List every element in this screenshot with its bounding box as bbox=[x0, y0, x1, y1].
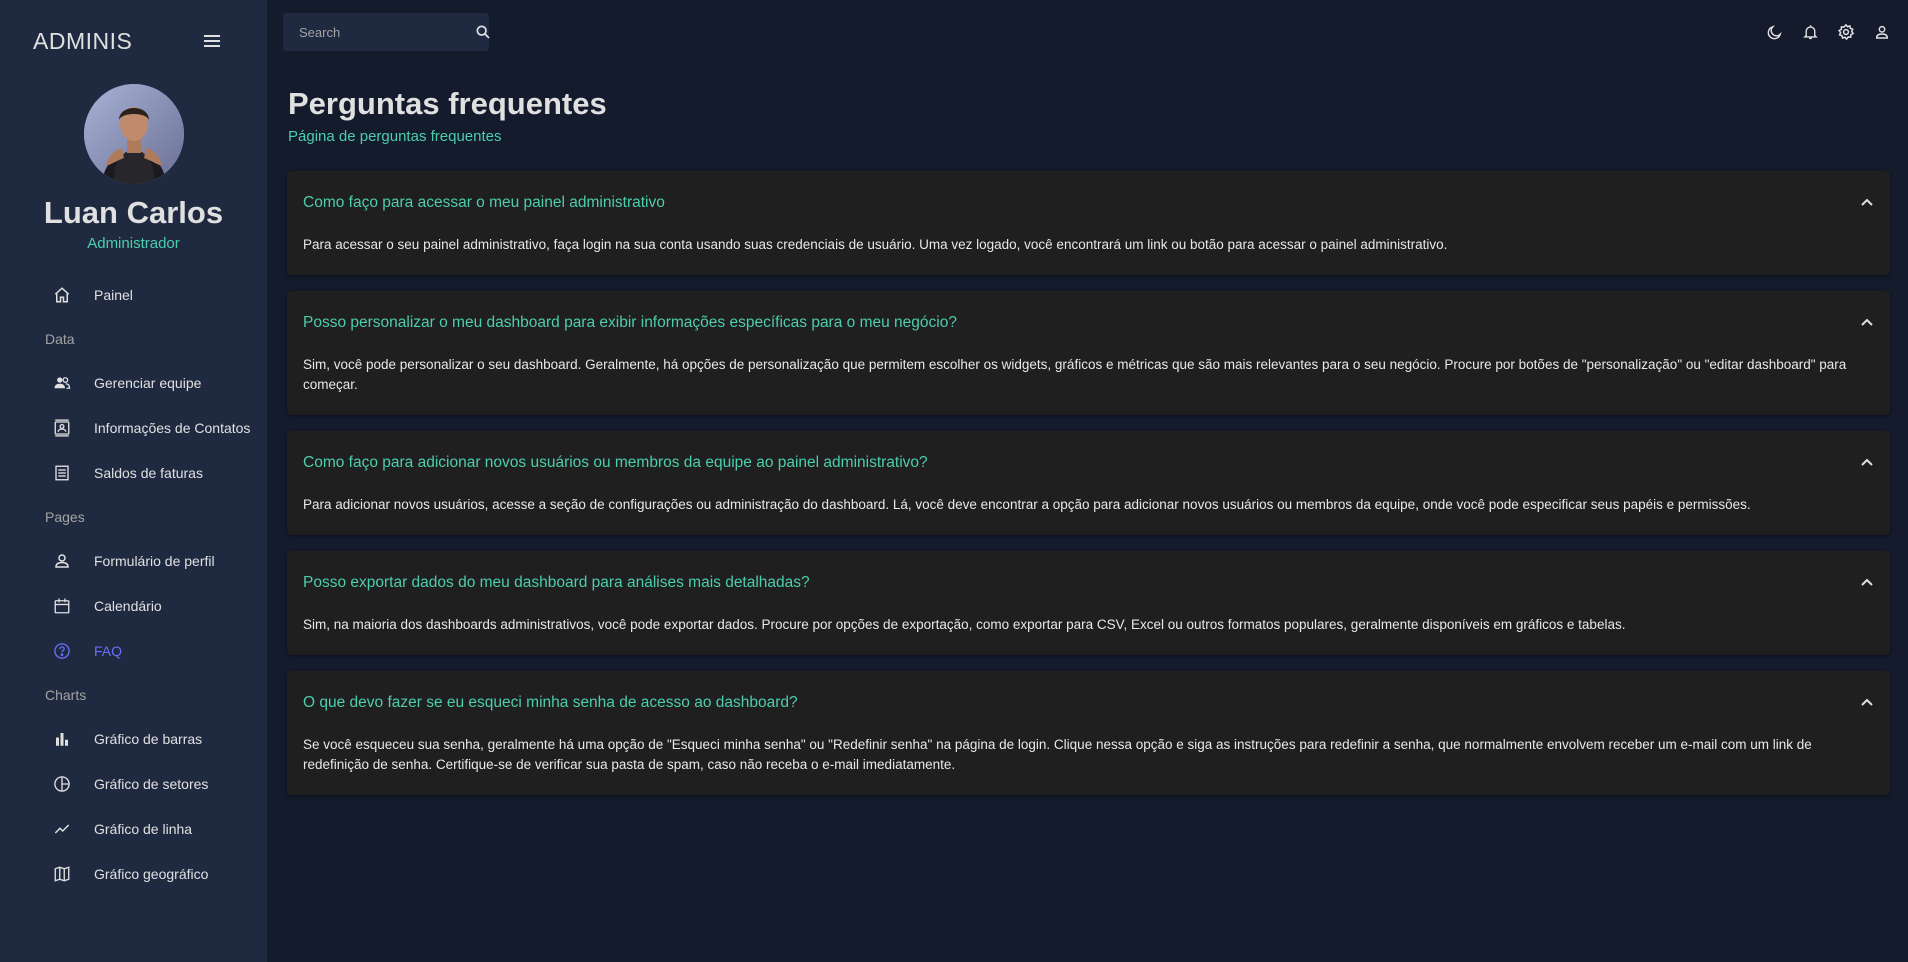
faq-answer: Sim, na maioria dos dashboards administr… bbox=[303, 617, 1626, 632]
topbar bbox=[267, 0, 1908, 64]
chevron-up-icon bbox=[1860, 454, 1874, 472]
faq-question-toggle[interactable]: Posso exportar dados do meu dashboard pa… bbox=[287, 551, 1890, 615]
faq-answer: Para acessar o seu painel administrativo… bbox=[303, 237, 1448, 252]
chevron-up-icon bbox=[1860, 694, 1874, 712]
sidebar-item-label: Painel bbox=[94, 286, 133, 303]
person-icon bbox=[51, 550, 73, 572]
faq-question: Como faço para acessar o meu painel admi… bbox=[303, 194, 665, 211]
sidebar-item-calendario[interactable]: Calendário bbox=[0, 583, 267, 628]
map-icon bbox=[51, 863, 73, 885]
contacts-icon bbox=[51, 417, 73, 439]
search-box bbox=[283, 13, 491, 51]
people-icon bbox=[51, 372, 73, 394]
faq-question: Posso personalizar o meu dashboard para … bbox=[303, 314, 957, 331]
faq-list: Como faço para acessar o meu painel admi… bbox=[267, 145, 1908, 795]
sidebar-section-charts: Charts bbox=[45, 686, 87, 703]
sidebar-item-label: Formulário de perfil bbox=[94, 552, 215, 569]
sidebar-section-data: Data bbox=[45, 330, 75, 347]
sidebar-item-faq[interactable]: FAQ bbox=[0, 628, 267, 673]
sidebar-item-saldos-faturas[interactable]: Saldos de faturas bbox=[0, 450, 267, 495]
user-name: Luan Carlos bbox=[43, 195, 224, 230]
chevron-up-icon bbox=[1860, 314, 1874, 332]
faq-item: Como faço para acessar o meu painel admi… bbox=[287, 171, 1890, 275]
faq-question-toggle[interactable]: Posso personalizar o meu dashboard para … bbox=[287, 291, 1890, 355]
sidebar-item-gerenciar-equipe[interactable]: Gerenciar equipe bbox=[0, 360, 267, 405]
faq-item: Posso exportar dados do meu dashboard pa… bbox=[287, 551, 1890, 655]
sidebar-item-label: Gráfico de barras bbox=[94, 730, 203, 747]
profile-icon[interactable] bbox=[1870, 20, 1894, 44]
brand-logo: ADMINIS bbox=[33, 27, 133, 54]
pie-chart-icon bbox=[51, 773, 73, 795]
search-icon[interactable] bbox=[475, 21, 491, 43]
line-chart-icon bbox=[51, 818, 73, 840]
faq-question: Posso exportar dados do meu dashboard pa… bbox=[303, 574, 810, 591]
page-subtitle: Página de perguntas frequentes bbox=[288, 128, 502, 145]
sidebar: ADMINIS Luan Carlos Administrador Painel… bbox=[0, 0, 267, 962]
faq-question: Como faço para adicionar novos usuários … bbox=[303, 454, 928, 471]
chevron-up-icon bbox=[1860, 194, 1874, 212]
chevron-up-icon bbox=[1860, 574, 1874, 592]
sidebar-item-painel[interactable]: Painel bbox=[0, 272, 267, 317]
faq-question-toggle[interactable]: Como faço para acessar o meu painel admi… bbox=[287, 171, 1890, 235]
avatar bbox=[83, 84, 184, 184]
search-input[interactable] bbox=[299, 24, 475, 40]
sidebar-item-label: Informações de Contatos bbox=[94, 419, 251, 436]
sidebar-item-label: Saldos de faturas bbox=[94, 464, 203, 481]
dark-mode-icon[interactable] bbox=[1762, 20, 1786, 44]
sidebar-nav: Painel Data Gerenciar equipe Informações… bbox=[0, 272, 267, 896]
sidebar-item-label: Gerenciar equipe bbox=[94, 374, 202, 391]
user-role: Administrador bbox=[87, 235, 180, 252]
faq-item: Posso personalizar o meu dashboard para … bbox=[287, 291, 1890, 415]
faq-item: Como faço para adicionar novos usuários … bbox=[287, 431, 1890, 535]
faq-question: O que devo fazer se eu esqueci minha sen… bbox=[303, 694, 798, 711]
sidebar-item-grafico-setores[interactable]: Gráfico de setores bbox=[0, 761, 267, 806]
bar-chart-icon bbox=[51, 728, 73, 750]
faq-question-toggle[interactable]: O que devo fazer se eu esqueci minha sen… bbox=[287, 671, 1890, 735]
menu-icon[interactable] bbox=[199, 27, 227, 55]
page-header: Perguntas frequentes Página de perguntas… bbox=[267, 64, 1908, 145]
calendar-icon bbox=[51, 595, 73, 617]
sidebar-item-label: FAQ bbox=[94, 642, 123, 659]
settings-icon[interactable] bbox=[1834, 20, 1858, 44]
sidebar-item-label: Gráfico de setores bbox=[94, 775, 209, 792]
sidebar-item-grafico-geografico[interactable]: Gráfico geográfico bbox=[0, 851, 267, 896]
help-icon bbox=[51, 640, 73, 662]
topbar-actions bbox=[1762, 20, 1894, 44]
app: ADMINIS Luan Carlos Administrador Painel… bbox=[0, 0, 1908, 962]
faq-answer: Sim, você pode personalizar o seu dashbo… bbox=[303, 357, 1847, 392]
sidebar-item-informacoes-contatos[interactable]: Informações de Contatos bbox=[0, 405, 267, 450]
home-icon bbox=[51, 284, 73, 306]
receipt-icon bbox=[51, 462, 73, 484]
sidebar-item-label: Gráfico de linha bbox=[94, 820, 193, 837]
sidebar-item-label: Gráfico geográfico bbox=[94, 865, 209, 882]
page-title: Perguntas frequentes bbox=[288, 86, 607, 121]
faq-item: O que devo fazer se eu esqueci minha sen… bbox=[287, 671, 1890, 795]
sidebar-item-formulario-perfil[interactable]: Formulário de perfil bbox=[0, 538, 267, 583]
main-content: Perguntas frequentes Página de perguntas… bbox=[267, 0, 1908, 962]
faq-question-toggle[interactable]: Como faço para adicionar novos usuários … bbox=[287, 431, 1890, 495]
sidebar-header: ADMINIS bbox=[0, 0, 267, 82]
sidebar-section-pages: Pages bbox=[45, 508, 85, 525]
faq-answer: Se você esqueceu sua senha, geralmente h… bbox=[303, 737, 1812, 772]
sidebar-item-label: Calendário bbox=[94, 597, 162, 614]
faq-answer: Para adicionar novos usuários, acesse a … bbox=[303, 497, 1751, 512]
sidebar-item-grafico-barras[interactable]: Gráfico de barras bbox=[0, 716, 267, 761]
notifications-icon[interactable] bbox=[1798, 20, 1822, 44]
sidebar-item-grafico-linha[interactable]: Gráfico de linha bbox=[0, 806, 267, 851]
